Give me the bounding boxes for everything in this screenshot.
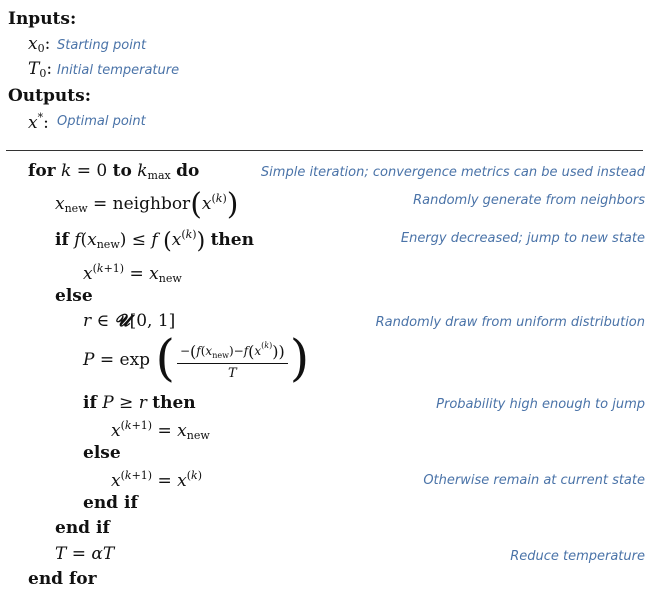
comment-energy: Energy decreased; jump to new state bbox=[400, 231, 645, 246]
kw-then: then bbox=[210, 230, 254, 250]
comment-loop: Simple iteration; convergence metrics ca… bbox=[260, 165, 645, 180]
line-assign-new-inner: x(k+1) = xnew bbox=[111, 419, 210, 442]
line-probability: P = exp (−(f(xnew)−f(x(k))) T) bbox=[83, 329, 310, 387]
input-t0-description: Initial temperature bbox=[57, 63, 180, 78]
input-t0: T0: bbox=[28, 59, 53, 80]
kw-do: do bbox=[176, 161, 200, 181]
line-if-energy: if f(xnew) ≤ f (x(k)) then bbox=[55, 228, 254, 254]
kw-else-outer: else bbox=[55, 286, 93, 306]
line-random: r ∈ 𝓤[0, 1] bbox=[83, 311, 176, 331]
kw-to: to bbox=[112, 161, 132, 181]
divider bbox=[6, 150, 643, 151]
kw-for: for bbox=[28, 161, 56, 181]
input-x0-symbol: x bbox=[28, 34, 38, 54]
comment-temperature: Reduce temperature bbox=[510, 549, 645, 564]
inputs-heading: Inputs: bbox=[8, 9, 77, 29]
kw-end-if-inner: end if bbox=[83, 493, 138, 513]
input-x0-description: Starting point bbox=[57, 38, 147, 53]
input-x0: x0: bbox=[28, 34, 51, 55]
line-assign-remain: x(k+1) = x(k) bbox=[111, 469, 202, 491]
kw-end-if-outer: end if bbox=[55, 518, 110, 538]
kw-else-inner: else bbox=[83, 443, 121, 463]
line-for: for k = 0 to kmax do bbox=[28, 161, 200, 182]
outputs-heading: Outputs: bbox=[8, 86, 91, 106]
line-neighbor: xnew = neighbor(x(k)) bbox=[55, 187, 239, 222]
comment-neighbor: Randomly generate from neighbors bbox=[413, 193, 645, 208]
kw-then-inner: then bbox=[152, 393, 196, 413]
comment-probability: Probability high enough to jump bbox=[436, 397, 645, 412]
kw-if: if bbox=[55, 230, 69, 250]
input-t0-symbol: T bbox=[28, 59, 40, 79]
comment-random: Randomly draw from uniform distribution bbox=[375, 315, 645, 330]
comment-remain: Otherwise remain at current state bbox=[423, 473, 645, 488]
output-xstar: x*: bbox=[28, 111, 49, 133]
line-if-probability: if P ≥ r then bbox=[83, 393, 196, 413]
line-assign-new: x(k+1) = xnew bbox=[83, 262, 182, 285]
output-xstar-description: Optimal point bbox=[57, 114, 146, 129]
exponent-fraction: −(f(xnew)−f(x(k))) T bbox=[176, 341, 288, 380]
line-temperature: T = αT bbox=[55, 544, 115, 564]
kw-end-for: end for bbox=[28, 569, 97, 589]
kw-if-inner: if bbox=[83, 393, 97, 413]
